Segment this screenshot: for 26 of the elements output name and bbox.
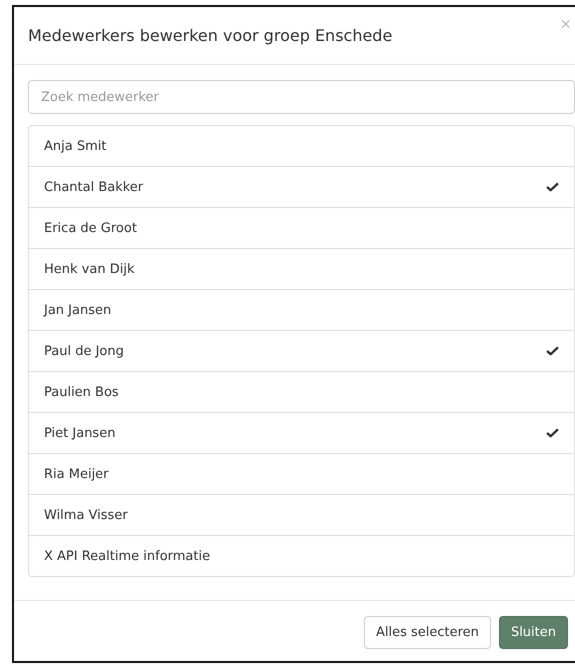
employee-name: Chantal Bakker xyxy=(44,180,144,194)
employee-name: Henk van Dijk xyxy=(44,262,134,276)
employee-name: Piet Jansen xyxy=(44,426,116,440)
employee-item[interactable]: Chantal Bakker xyxy=(29,166,574,207)
employee-item[interactable]: Erica de Groot xyxy=(29,207,574,248)
employee-item[interactable]: Jan Jansen xyxy=(29,289,574,330)
employee-item[interactable]: Wilma Visser xyxy=(29,494,574,535)
dialog-title: Medewerkers bewerken voor groep Enschede xyxy=(28,26,392,45)
footer-button[interactable]: Alles selecteren xyxy=(364,616,491,649)
employee-name: Anja Smit xyxy=(44,138,106,154)
employee-name: Jan Jansen xyxy=(44,302,112,318)
employee-name: Erica de Groot xyxy=(44,220,137,236)
employee-item[interactable]: X API Realtime informatie xyxy=(29,535,574,576)
employee-name: Paul de Jong xyxy=(44,344,124,358)
employee-item[interactable]: Anja Smit xyxy=(29,126,574,166)
employee-name: Ria Meijer xyxy=(44,466,109,482)
employee-item[interactable]: Paul de Jong xyxy=(29,330,574,371)
employee-item[interactable]: Piet Jansen xyxy=(29,412,574,453)
employee-item[interactable]: Henk van Dijk xyxy=(29,248,574,289)
employee-item[interactable]: Paulien Bos xyxy=(29,371,574,412)
employee-name: X API Realtime informatie xyxy=(44,548,210,564)
search-field[interactable]: Zoek medewerker xyxy=(28,80,575,114)
employee-name: Paulien Bos xyxy=(44,384,119,400)
footer-button[interactable]: Sluiten xyxy=(498,616,568,649)
employee-item[interactable]: Ria Meijer xyxy=(29,453,574,494)
employee-name: Wilma Visser xyxy=(44,508,128,522)
